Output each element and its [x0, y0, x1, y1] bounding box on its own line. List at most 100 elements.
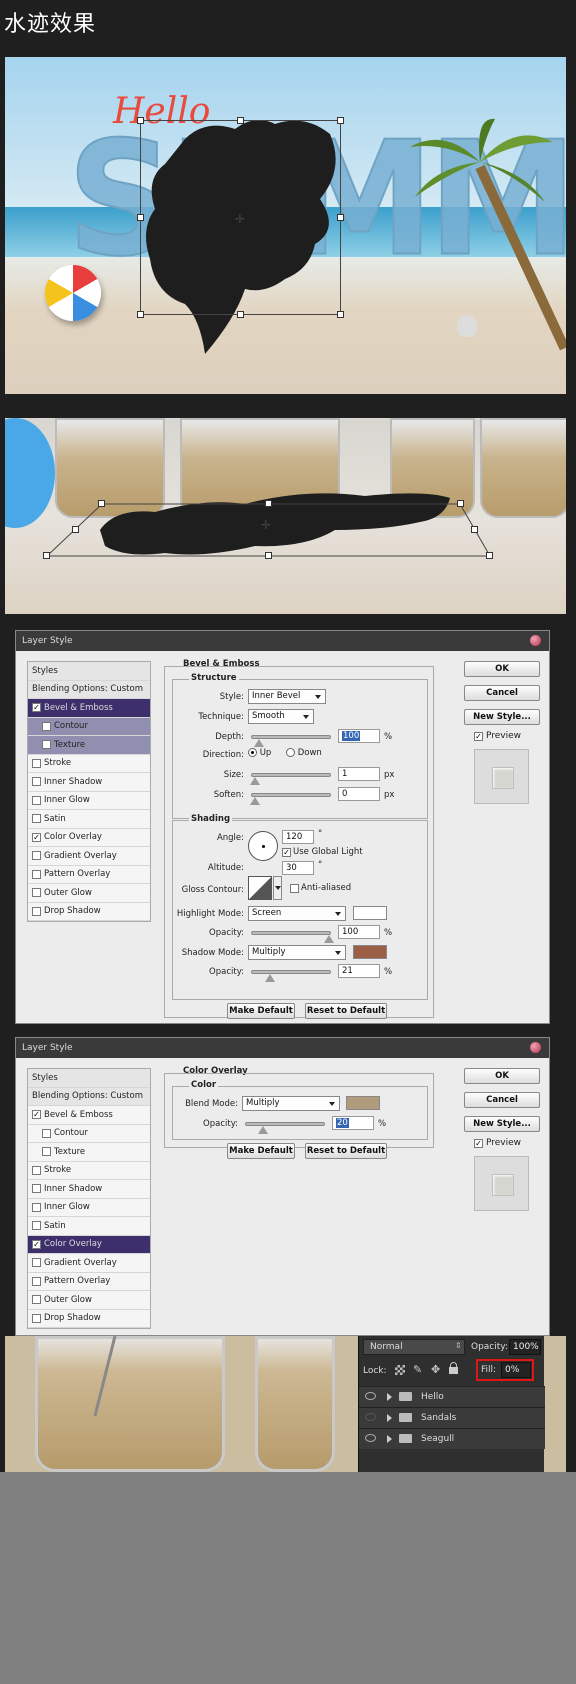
checkbox-icon[interactable] [32, 869, 41, 879]
angle-dial[interactable] [248, 831, 278, 861]
transform-handle[interactable] [137, 311, 144, 318]
technique-dropdown[interactable]: Smooth [248, 709, 314, 724]
checkbox-icon[interactable] [32, 851, 41, 861]
checkbox-icon[interactable] [290, 883, 299, 893]
transform-handle[interactable] [43, 552, 50, 559]
style-list-item[interactable]: Inner Shadow [28, 1180, 150, 1199]
style-list-item[interactable]: Styles [28, 1069, 150, 1088]
checkbox-icon[interactable] [42, 1147, 51, 1157]
checkbox-icon[interactable]: ✓ [282, 847, 291, 857]
expand-arrow-icon[interactable] [387, 1414, 392, 1422]
use-global-light-checkbox[interactable]: ✓ Use Global Light [282, 847, 363, 857]
style-list-item[interactable]: Satin [28, 1217, 150, 1236]
preview-checkbox[interactable]: ✓ Preview [474, 1138, 521, 1148]
blend-mode-dropdown[interactable]: Normal [363, 1339, 465, 1355]
layer-row[interactable]: Sandals [359, 1407, 545, 1428]
checkbox-icon[interactable] [42, 740, 51, 750]
transform-handle[interactable] [237, 311, 244, 318]
checkbox-icon[interactable] [32, 1202, 41, 1212]
slider-thumb[interactable] [250, 797, 260, 805]
checkbox-icon[interactable]: ✓ [32, 703, 41, 713]
checkbox-icon[interactable]: ✓ [32, 1239, 41, 1249]
checkbox-icon[interactable] [32, 1258, 41, 1268]
transform-handle[interactable] [137, 214, 144, 221]
depth-input[interactable]: 100 [338, 729, 380, 743]
soften-slider[interactable] [250, 793, 331, 805]
lock-all-icon[interactable] [449, 1362, 458, 1374]
radio-icon[interactable] [286, 748, 295, 757]
transform-handle[interactable] [265, 500, 272, 507]
style-list-item[interactable]: Inner Glow [28, 792, 150, 810]
opacity-input[interactable]: 100% [509, 1339, 541, 1355]
checkbox-icon[interactable] [32, 888, 41, 898]
style-list-item[interactable]: Blending Options: Custom [28, 680, 150, 699]
transform-handle[interactable] [72, 526, 79, 533]
slider-thumb[interactable] [258, 1126, 268, 1134]
checkbox-icon[interactable] [32, 777, 41, 787]
transform-handle[interactable] [337, 311, 344, 318]
checkbox-icon[interactable] [32, 906, 41, 916]
shadow-color-swatch[interactable] [353, 945, 387, 959]
style-list-item[interactable]: Gradient Overlay [28, 847, 150, 866]
checkbox-icon[interactable] [32, 1184, 41, 1194]
transform-handle[interactable] [457, 500, 464, 507]
style-list-item[interactable]: Gradient Overlay [28, 1254, 150, 1273]
chevron-down-icon[interactable] [273, 876, 282, 900]
slider-thumb[interactable] [324, 935, 334, 943]
style-list-item[interactable]: Drop Shadow [28, 903, 150, 921]
transform-handle[interactable] [337, 214, 344, 221]
cancel-button[interactable]: Cancel [464, 685, 540, 701]
expand-arrow-icon[interactable] [387, 1393, 392, 1401]
style-list-item[interactable]: Outer Glow [28, 884, 150, 903]
style-list-item[interactable]: ✓ Color Overlay [28, 1235, 150, 1254]
lock-transparency-icon[interactable] [395, 1365, 405, 1375]
checkbox-icon[interactable] [32, 795, 41, 805]
checkbox-icon[interactable]: ✓ [474, 731, 483, 741]
hidden-eye-icon[interactable] [365, 1413, 376, 1421]
highlight-opacity-slider[interactable] [251, 931, 334, 943]
opacity-slider[interactable] [245, 1122, 325, 1134]
shadow-opacity-input[interactable]: 21 [338, 964, 380, 978]
radio-icon[interactable] [248, 748, 257, 757]
preview-checkbox[interactable]: ✓ Preview [474, 731, 521, 741]
checkbox-icon[interactable] [32, 1276, 41, 1286]
blend-mode-dropdown[interactable]: Multiply [242, 1096, 340, 1111]
style-list-item[interactable]: Drop Shadow [28, 1310, 150, 1328]
slider-thumb[interactable] [265, 974, 275, 982]
cancel-button[interactable]: Cancel [464, 1092, 540, 1108]
highlight-mode-dropdown[interactable]: Screen [248, 906, 346, 921]
style-list-item[interactable]: Styles [28, 662, 150, 681]
checkbox-icon[interactable] [32, 1295, 41, 1305]
style-list-item[interactable]: Inner Glow [28, 1199, 150, 1217]
overlay-color-swatch[interactable] [346, 1096, 380, 1110]
style-list-item[interactable]: Stroke [28, 1162, 150, 1180]
checkbox-icon[interactable] [42, 721, 51, 731]
checkbox-icon[interactable] [32, 758, 41, 768]
expand-arrow-icon[interactable] [387, 1435, 392, 1443]
style-list-item[interactable]: Inner Shadow [28, 773, 150, 792]
transform-handle[interactable] [337, 117, 344, 124]
opacity-input[interactable]: 20 [332, 1116, 374, 1130]
make-default-button[interactable]: Make Default [227, 1143, 295, 1159]
fill-input[interactable]: 0% [501, 1362, 531, 1378]
size-input[interactable]: 1 [338, 767, 380, 781]
lock-position-icon[interactable]: ✥ [431, 1363, 440, 1376]
style-list-item[interactable]: Pattern Overlay [28, 866, 150, 884]
style-list-item[interactable]: ✓ Bevel & Emboss [28, 1106, 150, 1125]
style-list-item[interactable]: ✓ Color Overlay [28, 829, 150, 847]
style-list-item[interactable]: Texture [28, 1143, 150, 1162]
style-list-item[interactable]: ✓ Bevel & Emboss [28, 699, 150, 718]
size-slider[interactable] [250, 773, 331, 785]
transform-center-icon[interactable]: ✛ [261, 518, 271, 532]
gloss-contour-picker[interactable] [248, 876, 272, 900]
style-list-item[interactable]: Outer Glow [28, 1291, 150, 1310]
style-list-item[interactable]: Contour [28, 1125, 150, 1143]
checkbox-icon[interactable] [42, 1128, 51, 1138]
direction-down-radio[interactable]: Down [286, 748, 322, 758]
shadow-opacity-slider[interactable] [251, 970, 331, 982]
make-default-button[interactable]: Make Default [227, 1003, 295, 1019]
style-list-item[interactable]: Stroke [28, 755, 150, 773]
checkbox-icon[interactable] [32, 1313, 41, 1323]
transform-handle[interactable] [98, 500, 105, 507]
transform-handle[interactable] [471, 526, 478, 533]
